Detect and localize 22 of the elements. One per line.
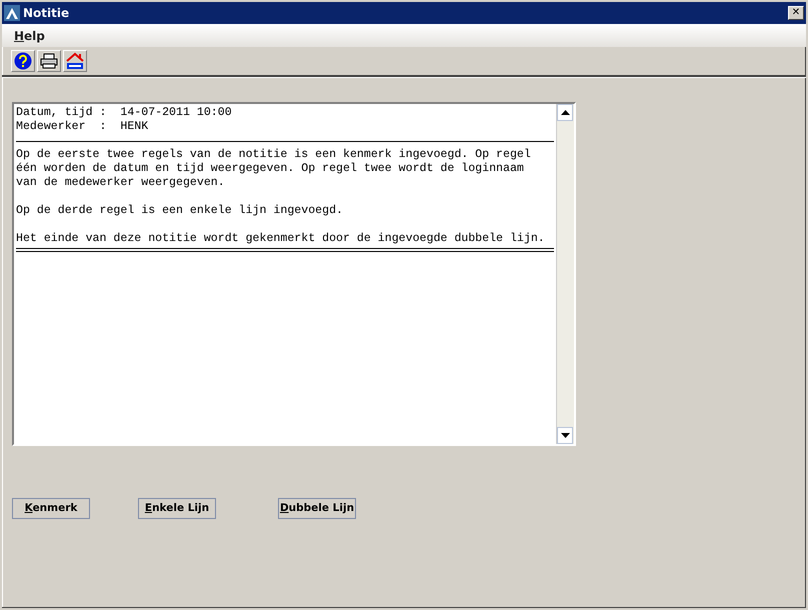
printer-button[interactable] xyxy=(37,50,61,72)
menu-item[interactable]: Help xyxy=(12,26,47,44)
help-icon xyxy=(14,52,32,70)
house-logo-button[interactable] xyxy=(63,50,87,72)
note-line: Datum, tijd : 14-07-2011 10:00 xyxy=(16,106,233,120)
note-line: één worden de datum en tijd weergegeven. Op regel twee wordt de loginnaam xyxy=(16,162,525,176)
note-line: van de medewerker weergegeven. xyxy=(16,176,226,190)
note-line: Op de eerste twee regels van de notitie is een kenmerk ingevoegd. Op regel xyxy=(16,148,532,162)
action-button[interactable]: Enkele Lijn xyxy=(138,498,216,519)
window-title: Notitie xyxy=(23,5,70,22)
note-line: Medewerker : HENK xyxy=(16,120,150,134)
help-button[interactable] xyxy=(11,50,35,72)
action-button[interactable]: Dubbele Lijn xyxy=(278,498,356,519)
note-line: Het einde van deze notitie wordt gekenmerkt door de ingevoegde dubbele lijn. xyxy=(16,232,546,246)
printer-icon xyxy=(40,53,58,69)
action-button[interactable]: Kenmerk xyxy=(12,498,90,519)
note-line: Op de derde regel is een enkele lijn ingevoegd. xyxy=(16,204,344,218)
house-logo-icon xyxy=(66,52,84,70)
app-logo-icon xyxy=(4,5,20,21)
close-button[interactable]: ✕ xyxy=(788,6,804,20)
vertical-scrollbar[interactable] xyxy=(556,104,574,444)
note-text-area[interactable] xyxy=(12,102,576,446)
